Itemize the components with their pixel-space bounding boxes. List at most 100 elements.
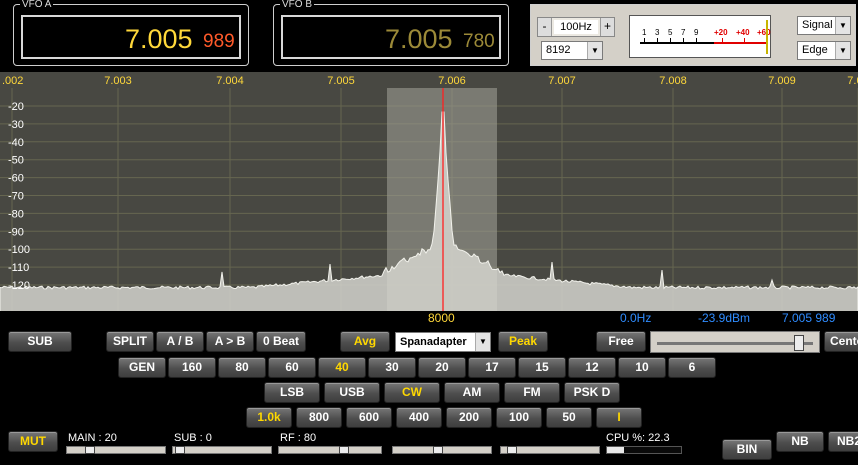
sub-button[interactable]: SUB xyxy=(8,331,72,352)
display-mode-select[interactable]: Spanadapter ▼ xyxy=(395,332,491,352)
slider-thumb[interactable] xyxy=(507,446,517,454)
bin-button[interactable]: BIN xyxy=(722,439,772,460)
top-bar: VFO A 7.005 989 VFO B 7.005 780 - 100Hz … xyxy=(0,0,858,72)
db-label: -40 xyxy=(8,137,24,149)
band-button-40[interactable]: 40 xyxy=(318,357,366,378)
squelch-slider[interactable] xyxy=(392,446,492,454)
chevron-down-icon[interactable]: ▼ xyxy=(475,333,490,351)
step-increase-button[interactable]: + xyxy=(600,18,614,36)
vfo-a-hz[interactable]: 989 xyxy=(203,32,235,52)
chevron-down-icon[interactable]: ▼ xyxy=(835,17,850,34)
filter-width-label: 8000 xyxy=(428,311,455,325)
frequency-label: 7.006 xyxy=(438,75,466,87)
mute-button[interactable]: MUT xyxy=(8,431,58,452)
band-button-30[interactable]: 30 xyxy=(368,357,416,378)
s-meter-tick xyxy=(696,38,697,43)
rf-gain-slider[interactable] xyxy=(278,446,382,454)
s-meter-label: +20 xyxy=(714,28,728,37)
filter-button-100[interactable]: 100 xyxy=(496,407,542,428)
filter-button-400[interactable]: 400 xyxy=(396,407,442,428)
slider-thumb[interactable] xyxy=(85,446,95,454)
sub-volume-slider[interactable] xyxy=(172,446,272,454)
filter-button-600[interactable]: 600 xyxy=(346,407,392,428)
filter-button-variable[interactable]: I xyxy=(596,407,642,428)
free-button[interactable]: Free xyxy=(596,331,646,352)
a-b-swap-button[interactable]: A / B xyxy=(156,331,204,352)
frequency-label: 7.008 xyxy=(659,75,687,87)
nb-button[interactable]: NB xyxy=(776,431,824,452)
mode-button-psk-d[interactable]: PSK D xyxy=(564,382,620,403)
mode-button-fm[interactable]: FM xyxy=(504,382,560,403)
fft-size-select[interactable]: 8192 ▼ xyxy=(541,41,603,60)
band-button-160[interactable]: 160 xyxy=(168,357,216,378)
zoom-slider-track xyxy=(657,342,813,345)
vfo-b-hz[interactable]: 780 xyxy=(463,32,495,52)
slider-thumb[interactable] xyxy=(339,446,349,454)
band-button-17[interactable]: 17 xyxy=(468,357,516,378)
s-meter-label: +60 xyxy=(757,28,771,37)
nb2-button[interactable]: NB2 xyxy=(828,431,858,452)
mode-button-usb[interactable]: USB xyxy=(324,382,380,403)
s-meter: 1 3 5 7 9 +20 +40 +60 xyxy=(629,15,771,58)
vfo-b-mhz[interactable]: 7.005 xyxy=(385,25,453,53)
db-label: -20 xyxy=(8,101,24,113)
avg-button[interactable]: Avg xyxy=(340,331,390,352)
filter-button-1k[interactable]: 1.0k xyxy=(246,407,292,428)
cpu-usage-bar xyxy=(606,446,682,454)
frequency-labels: .002 7.003 7.004 7.005 7.006 7.007 7.008 7.009 7… xyxy=(2,75,858,87)
db-label: -50 xyxy=(8,155,24,167)
spectrum-display[interactable]: .002 7.003 7.004 7.005 7.006 7.007 7.008 7.009 7… xyxy=(0,72,858,312)
filter-button-200[interactable]: 200 xyxy=(446,407,492,428)
s-meter-label: 3 xyxy=(655,28,660,37)
frequency-label: 7.005 xyxy=(327,75,355,87)
chevron-down-icon[interactable]: ▼ xyxy=(835,42,850,59)
band-button-12[interactable]: 12 xyxy=(568,357,616,378)
step-spinner[interactable]: - 100Hz + xyxy=(537,17,615,37)
band-button-80[interactable]: 80 xyxy=(218,357,266,378)
filter-button-800[interactable]: 800 xyxy=(296,407,342,428)
band-button-gen[interactable]: GEN xyxy=(118,357,166,378)
vfo-b-group: VFO B 7.005 780 xyxy=(273,0,509,66)
band-button-6[interactable]: 6 xyxy=(668,357,716,378)
vfo-a-group: VFO A 7.005 989 xyxy=(13,0,249,66)
zero-beat-button[interactable]: 0 Beat xyxy=(256,331,306,352)
band-button-10[interactable]: 10 xyxy=(618,357,666,378)
frequency-label: 7.007 xyxy=(548,75,576,87)
step-value[interactable]: 100Hz xyxy=(554,20,598,34)
frequency-label: 7.01 xyxy=(847,75,858,87)
slider-thumb[interactable] xyxy=(433,446,443,454)
s-meter-tick xyxy=(744,38,745,43)
fft-size-value: 8192 xyxy=(546,44,571,56)
db-labels: -20 -30 -40 -50 -60 -70 -80 -90 -100 -110 -120 xyxy=(8,101,30,292)
vfo-b-title: VFO B xyxy=(280,0,315,10)
peak-button[interactable]: Peak xyxy=(498,331,548,352)
a-to-b-button[interactable]: A > B xyxy=(206,331,254,352)
mode-button-lsb[interactable]: LSB xyxy=(264,382,320,403)
meter-edge-select[interactable]: Edge ▼ xyxy=(797,41,851,60)
agc-slider[interactable] xyxy=(500,446,600,454)
meter-signal-value: Signal xyxy=(802,19,833,31)
mode-button-cw[interactable]: CW xyxy=(384,382,440,403)
center-button[interactable]: Center xyxy=(824,331,858,352)
zoom-slider-thumb[interactable] xyxy=(794,335,804,351)
spectrum-plot[interactable]: .002 7.003 7.004 7.005 7.006 7.007 7.008 7.009 7… xyxy=(0,72,858,312)
split-button[interactable]: SPLIT xyxy=(106,331,154,352)
filter-button-50[interactable]: 50 xyxy=(546,407,592,428)
db-label: -110 xyxy=(8,262,29,274)
frequency-label: .002 xyxy=(2,75,23,87)
slider-thumb[interactable] xyxy=(175,446,185,454)
band-button-20[interactable]: 20 xyxy=(418,357,466,378)
vfo-a-mhz[interactable]: 7.005 xyxy=(125,25,193,53)
chevron-down-icon[interactable]: ▼ xyxy=(587,42,602,59)
step-decrease-button[interactable]: - xyxy=(538,18,552,36)
main-volume-slider[interactable] xyxy=(66,446,166,454)
vfo-a-display[interactable]: 7.005 989 xyxy=(21,15,241,59)
band-button-15[interactable]: 15 xyxy=(518,357,566,378)
vfo-b-display[interactable]: 7.005 780 xyxy=(281,15,501,59)
meter-signal-select[interactable]: Signal ▼ xyxy=(797,16,851,35)
s-meter-label: +40 xyxy=(736,28,750,37)
band-button-60[interactable]: 60 xyxy=(268,357,316,378)
zoom-slider[interactable] xyxy=(650,331,820,353)
mode-button-am[interactable]: AM xyxy=(444,382,500,403)
db-label: -30 xyxy=(8,119,24,131)
